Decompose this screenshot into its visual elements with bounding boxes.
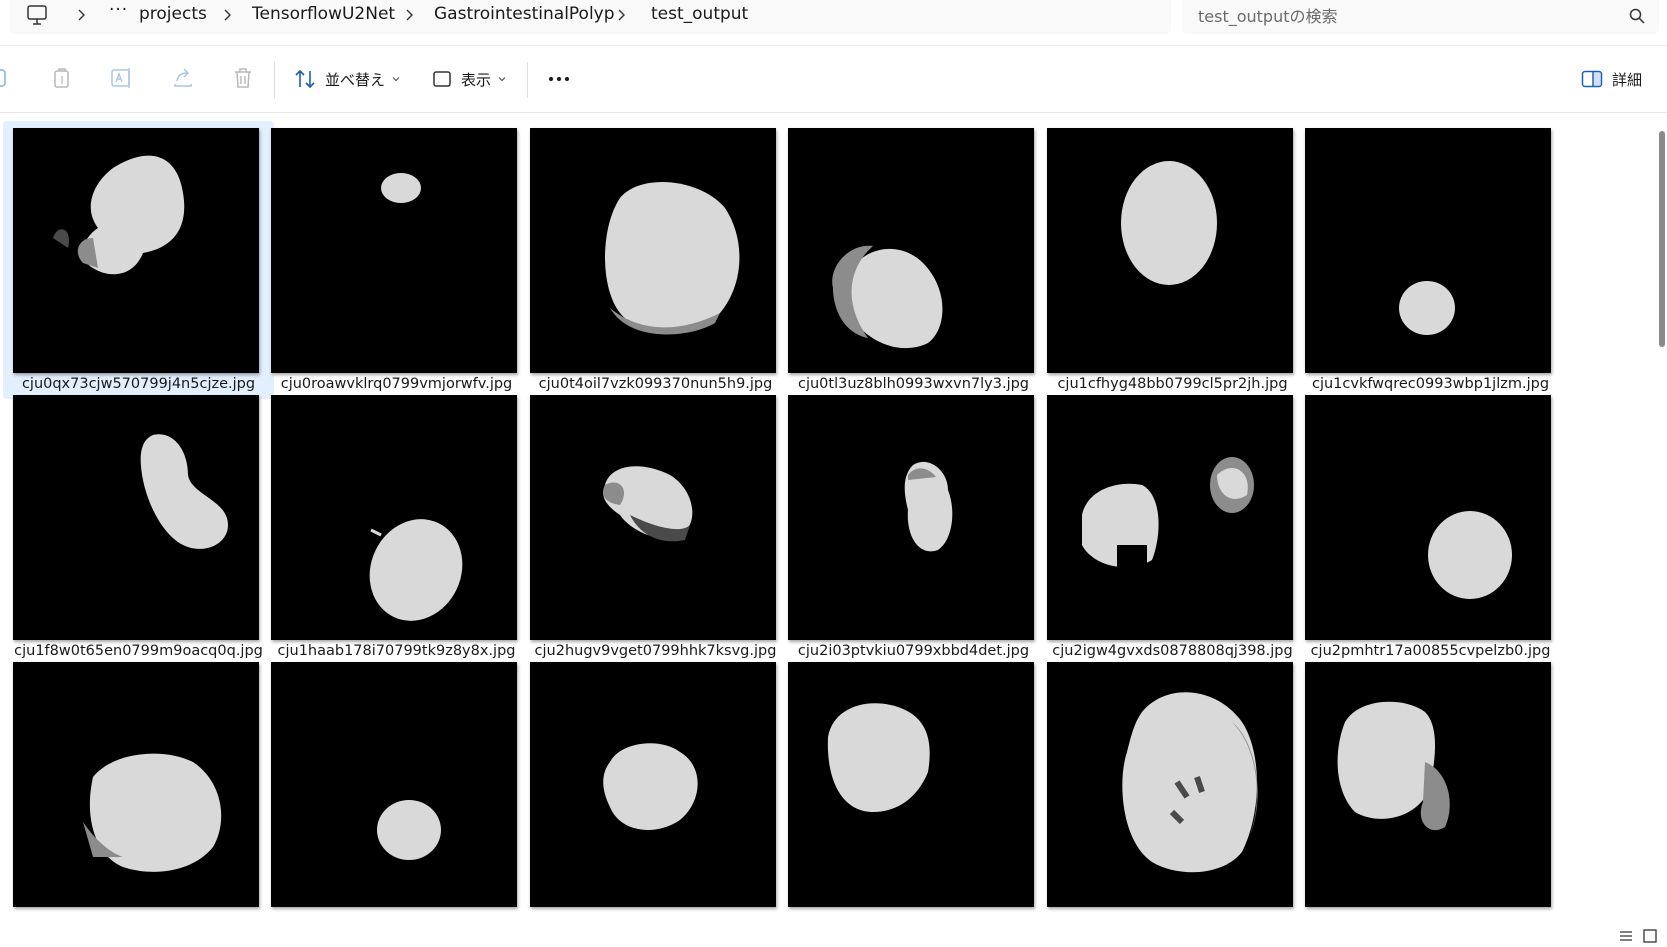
large-icons-view-icon[interactable] [1642,928,1658,944]
image-thumbnail[interactable] [271,395,517,640]
chevron-right-icon[interactable] [76,7,86,23]
file-tile[interactable] [261,655,532,924]
file-tile[interactable]: cju2i03ptvkiu0799xbbd4det.jpg [778,388,1049,666]
details-pane-icon [1581,70,1603,88]
file-tile[interactable] [778,655,1049,924]
rename-icon[interactable] [110,66,134,90]
address-bar[interactable]: ··· projects TensorflowU2Net Gastrointes… [10,0,1171,34]
breadcrumb-tensorflowu2net[interactable]: TensorflowU2Net [252,4,395,24]
image-thumbnail[interactable] [271,662,517,907]
image-thumbnail[interactable] [530,128,776,373]
delete-icon[interactable] [231,66,255,90]
image-thumbnail[interactable] [788,128,1034,373]
file-grid: cju0qx73cjw570799j4n5cjze.jpg cju0roawvkl… [0,114,1667,924]
details-pane-button[interactable]: 詳細 [1581,66,1642,92]
chevron-down-icon [392,77,400,82]
file-tile[interactable]: cju0roawvklrq0799vmjorwfv.jpg [261,121,532,399]
image-thumbnail[interactable] [1305,395,1551,640]
search-icon[interactable] [1628,7,1646,25]
image-thumbnail[interactable] [1047,395,1293,640]
chevron-right-icon[interactable] [404,7,414,23]
file-tile[interactable]: cju1cvkfwqrec0993wbp1jlzm.jpg [1295,121,1566,399]
image-thumbnail[interactable] [530,662,776,907]
chevron-right-icon[interactable] [222,7,232,23]
file-explorer-window: ··· projects TensorflowU2Net Gastrointes… [0,0,1667,947]
vertical-scrollbar[interactable] [1659,131,1665,347]
breadcrumb-projects[interactable]: projects [139,4,207,24]
details-view-icon[interactable] [1618,928,1634,944]
image-thumbnail[interactable] [13,395,259,640]
search-box[interactable] [1182,0,1659,34]
image-thumbnail[interactable] [13,128,259,373]
chevron-right-icon[interactable] [616,7,626,23]
image-thumbnail[interactable] [788,662,1034,907]
breadcrumb-overflow-button[interactable]: ··· [109,0,128,20]
image-thumbnail[interactable] [1047,128,1293,373]
file-tile[interactable]: cju0qx73cjw570799j4n5cjze.jpg [3,121,274,399]
top-bar: ··· projects TensorflowU2Net Gastrointes… [0,0,1667,34]
image-thumbnail[interactable] [530,395,776,640]
image-thumbnail[interactable] [13,662,259,907]
command-bar: 並べ替え 表示 詳細 [0,45,1667,113]
chevron-down-icon [498,77,506,82]
view-button[interactable]: 表示 [432,66,507,92]
details-label: 詳細 [1612,70,1643,89]
image-thumbnail[interactable] [271,128,517,373]
breadcrumb-gastrointestinalpolyp[interactable]: GastrointestinalPolyp [434,4,615,24]
image-thumbnail[interactable] [788,395,1034,640]
file-tile[interactable]: cju1f8w0t65en0799m9oacq0q.jpg [3,388,274,666]
file-tile[interactable]: cju0t4oil7vzk099370nun5h9.jpg [520,121,791,399]
view-switcher [1618,928,1658,946]
file-tile[interactable]: cju2igw4gvxds0878808qj398.jpg [1037,388,1308,666]
view-label: 表示 [461,70,492,89]
toolbar-divider [274,62,275,98]
share-icon[interactable] [171,66,195,90]
this-pc-icon[interactable] [27,3,47,27]
sort-icon [295,69,315,89]
breadcrumb-test-output[interactable]: test_output [651,4,748,24]
sort-label: 並べ替え [325,70,386,89]
file-tile[interactable]: cju1haab178i70799tk9z8y8x.jpg [261,388,532,666]
file-tile[interactable] [1295,655,1566,924]
copy-icon[interactable] [50,66,74,90]
more-options-button[interactable] [545,66,573,92]
cut-icon[interactable] [0,66,12,90]
toolbar-divider [527,62,528,98]
file-tile[interactable] [1037,655,1308,924]
file-tile[interactable]: cju2hugv9vget0799hhk7ksvg.jpg [520,388,791,666]
image-thumbnail[interactable] [1305,128,1551,373]
file-tile[interactable]: cju1cfhyg48bb0799cl5pr2jh.jpg [1037,121,1308,399]
view-icon [433,71,451,87]
file-tile[interactable] [520,655,791,924]
sort-button[interactable]: 並べ替え [294,66,401,92]
file-tile[interactable] [3,655,274,924]
file-tile[interactable]: cju0tl3uz8blh0993wxvn7ly3.jpg [778,121,1049,399]
file-tile[interactable]: cju2pmhtr17a00855cvpelzb0.jpg [1295,388,1566,666]
image-thumbnail[interactable] [1305,662,1551,907]
image-thumbnail[interactable] [1047,662,1293,907]
search-input[interactable] [1198,2,1598,30]
